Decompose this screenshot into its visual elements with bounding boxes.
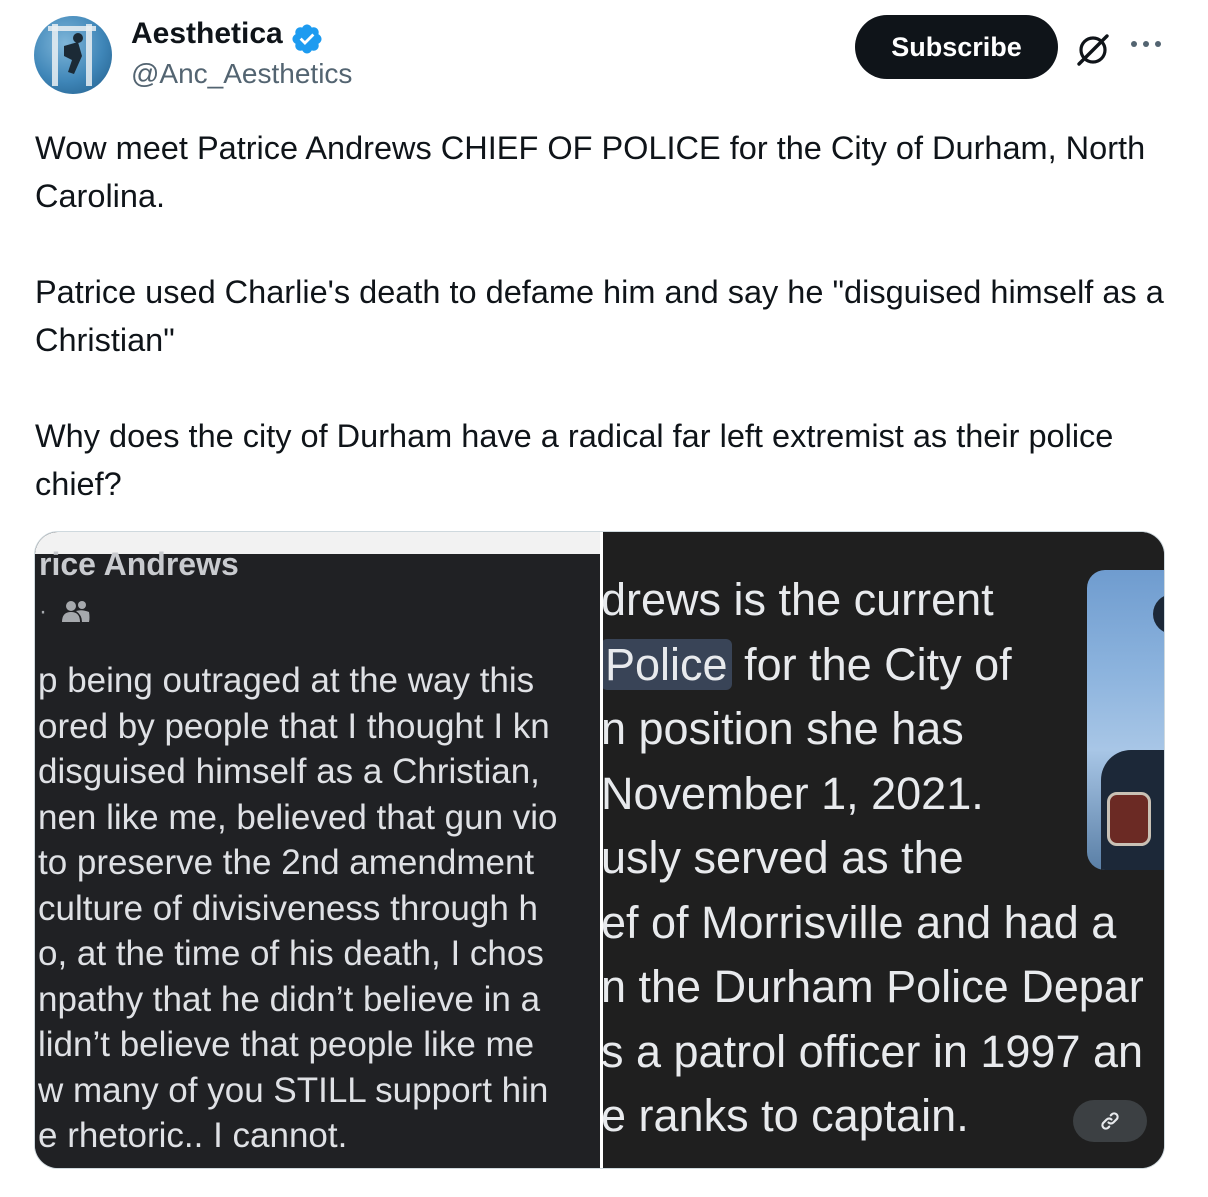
author-name[interactable]: Aesthetica: [131, 17, 283, 51]
police-patch-icon: [1107, 792, 1151, 846]
fb-post-meta: ·: [39, 598, 47, 625]
fb-post-line: npathy that he didn’t believe in a: [38, 979, 541, 1019]
search-result-screenshot: drews is the current Police for the City…: [603, 532, 1164, 1168]
avatar-image: [48, 24, 96, 86]
verified-badge-icon: [292, 24, 322, 54]
fb-post-line: lidn’t believe that people like me: [38, 1025, 535, 1064]
more-icon[interactable]: [1128, 34, 1164, 54]
fb-post-line: p being outraged at the way this: [38, 661, 535, 700]
snippet-line: Police for the City of: [603, 633, 1164, 698]
author-handle[interactable]: @Anc_Aesthetics: [131, 58, 352, 90]
friends-audience-icon: [62, 601, 90, 622]
fb-post-line: ored by people that I thought I kn: [38, 706, 550, 746]
fb-post-line: w many of you STILL support hin: [38, 1070, 549, 1110]
fb-post-line: e rhetoric.. I cannot.: [38, 1116, 348, 1155]
snippet-line: drews is the current: [603, 574, 994, 625]
fb-post-line: nen like me, believed that gun vio: [38, 797, 558, 837]
tweet-paragraph: Why does the city of Durham have a radic…: [35, 418, 1114, 502]
snippet-line: ef of Morrisville and had a: [603, 896, 1117, 948]
officer-photo: [1087, 570, 1164, 870]
fb-author-name: rice Andrews: [39, 546, 239, 582]
avatar[interactable]: [34, 16, 112, 94]
fb-post-line: to preserve the 2nd amendment: [38, 843, 535, 882]
tweet-paragraph: Patrice used Charlie's death to defame h…: [35, 274, 1164, 358]
tweet-header: Aesthetica @Anc_Aesthetics Subscribe: [0, 0, 1208, 110]
fb-post-body: p being outraged at the way this ored by…: [38, 658, 600, 1159]
fb-post-line: disguised himself as a Christian,: [38, 752, 540, 791]
snippet-line: n the Durham Police Depar: [603, 961, 1144, 1012]
link-button: [1073, 1100, 1147, 1142]
snippet-line: s a patrol officer in 1997 an: [603, 1025, 1144, 1077]
snippet-line: usly served as the: [603, 832, 964, 883]
tweet-paragraph: Wow meet Patrice Andrews CHIEF OF POLICE…: [35, 130, 1146, 214]
tweet-media-image[interactable]: rice Andrews · p being outraged at the w…: [34, 531, 1165, 1169]
tweet-text: Wow meet Patrice Andrews CHIEF OF POLICE…: [35, 124, 1165, 508]
snippet-line: November 1, 2021.: [603, 767, 984, 819]
fb-post-line: o, at the time of his death, I chos: [38, 934, 544, 973]
fb-post-line: culture of divisiveness through h: [38, 888, 538, 928]
facebook-post-screenshot: rice Andrews · p being outraged at the w…: [35, 532, 600, 1168]
highlighted-term: Police: [603, 638, 732, 690]
link-icon: [1101, 1112, 1119, 1130]
subscribe-button[interactable]: Subscribe: [855, 15, 1058, 79]
grok-icon[interactable]: [1073, 30, 1113, 70]
snippet-line: n position she has: [603, 703, 964, 754]
search-snippet: drews is the current Police for the City…: [603, 568, 1164, 1149]
